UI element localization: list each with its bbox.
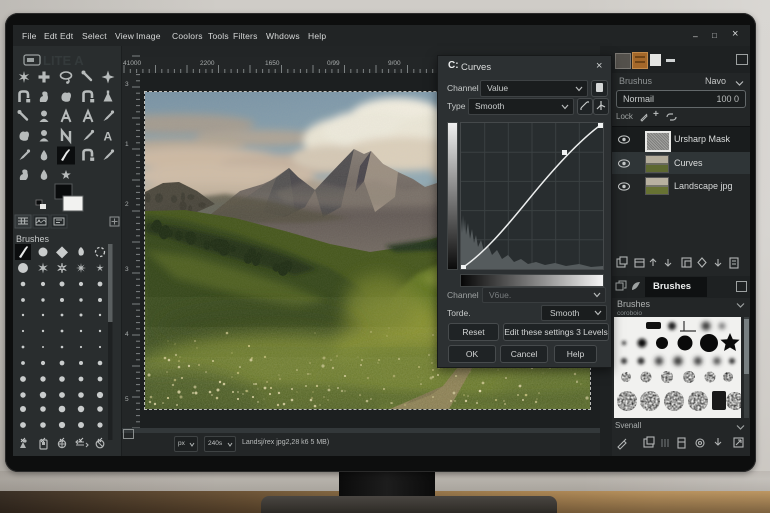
svg-text:5: 5	[125, 396, 129, 403]
svg-text:1650: 1650	[265, 60, 280, 67]
svg-text:Brushes: Brushes	[16, 234, 50, 244]
svg-text:2200: 2200	[200, 60, 215, 67]
svg-text:3: 3	[125, 266, 129, 273]
svg-text:9/00: 9/00	[388, 60, 401, 67]
svg-text:2: 2	[125, 201, 129, 208]
svg-text:3: 3	[125, 81, 129, 88]
svg-text:0/99: 0/99	[327, 60, 340, 67]
svg-text:4: 4	[125, 331, 129, 338]
svg-text:LITE A: LITE A	[43, 53, 84, 68]
svg-text:A: A	[104, 130, 113, 144]
svg-text:1: 1	[125, 141, 129, 148]
svg-text:41000: 41000	[123, 60, 141, 67]
